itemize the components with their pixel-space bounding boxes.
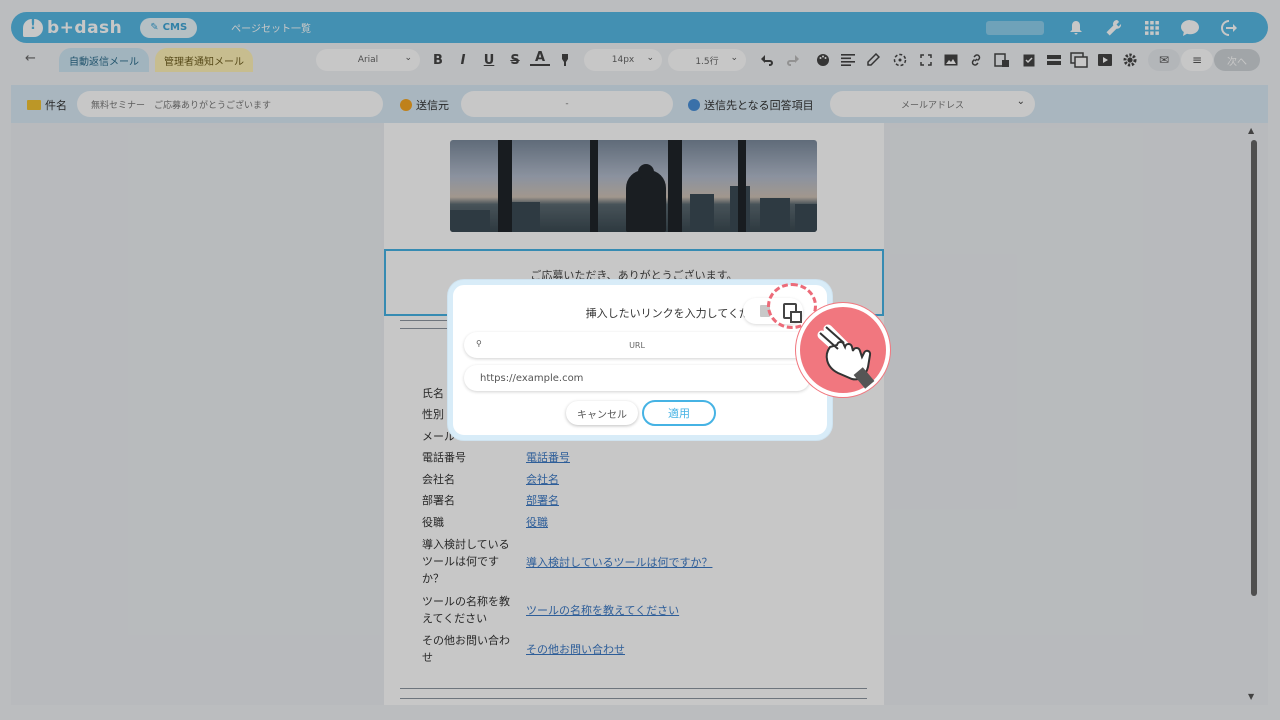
url-search-input[interactable]: ⚲ URL [464, 332, 810, 358]
pointing-hand-icon [796, 303, 890, 397]
dialog-title: 挿入したいリンクを入力してください。 [585, 307, 783, 320]
cancel-button[interactable]: キャンセル [566, 401, 638, 425]
url-search-placeholder: URL [629, 340, 645, 350]
search-icon: ⚲ [476, 339, 482, 348]
url-input[interactable]: https://example.com [464, 365, 810, 391]
apply-button[interactable]: 適用 [642, 400, 716, 426]
